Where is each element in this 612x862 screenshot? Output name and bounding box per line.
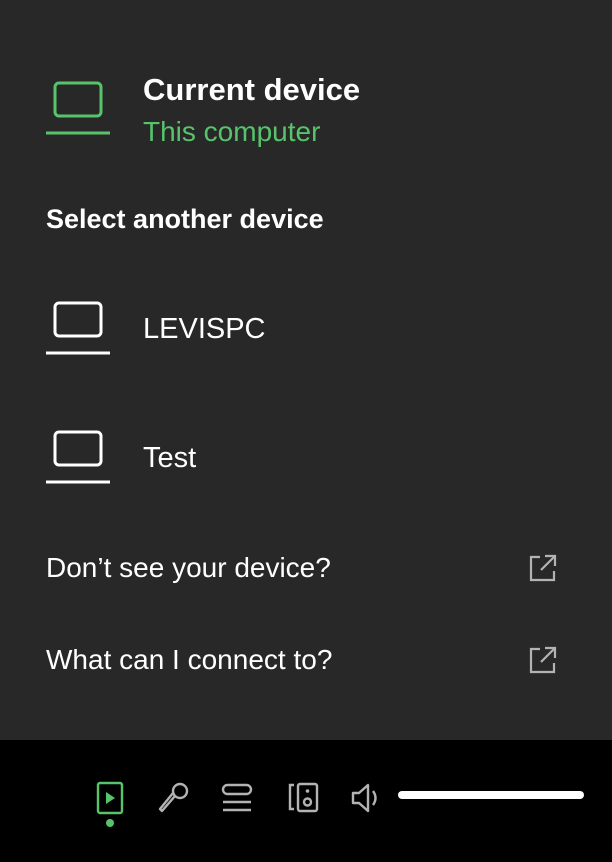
dont-see-device-link[interactable]: Don’t see your device?	[46, 551, 558, 585]
current-device-title: Current device	[143, 72, 361, 107]
active-indicator-dot	[106, 819, 114, 827]
device-picker-popup: Current device This computer Select anot…	[0, 0, 612, 740]
device-item-label: Test	[143, 442, 197, 474]
queue-icon	[221, 783, 253, 812]
device-item-label: LEVISPC	[143, 313, 266, 345]
external-link-icon	[529, 646, 557, 674]
what-can-i-connect-link[interactable]: What can I connect to?	[46, 643, 558, 677]
laptop-icon	[46, 81, 110, 135]
queue-button[interactable]	[217, 778, 257, 818]
device-item-test[interactable]: Test	[46, 430, 196, 486]
connect-device-icon	[288, 782, 319, 813]
link-label: What can I connect to?	[46, 644, 333, 675]
current-device: Current device This computer	[46, 68, 360, 149]
current-device-subtitle: This computer	[143, 116, 321, 147]
external-link-icon	[529, 554, 557, 582]
laptop-icon	[46, 301, 110, 355]
now-playing-view-button[interactable]	[90, 778, 130, 818]
connect-device-button[interactable]	[283, 778, 323, 818]
mute-button[interactable]	[347, 778, 387, 818]
now-playing-view-icon	[96, 781, 124, 815]
current-device-text: Current device This computer	[143, 71, 360, 149]
lyrics-button[interactable]	[154, 778, 194, 818]
laptop-icon	[46, 430, 110, 484]
device-item-levispc[interactable]: LEVISPC	[46, 301, 266, 357]
volume-slider[interactable]	[398, 791, 584, 799]
link-label: Don’t see your device?	[46, 552, 331, 583]
player-controls-bar	[0, 740, 612, 862]
speaker-icon	[351, 783, 377, 813]
select-device-heading: Select another device	[46, 204, 324, 234]
microphone-icon	[158, 782, 189, 813]
